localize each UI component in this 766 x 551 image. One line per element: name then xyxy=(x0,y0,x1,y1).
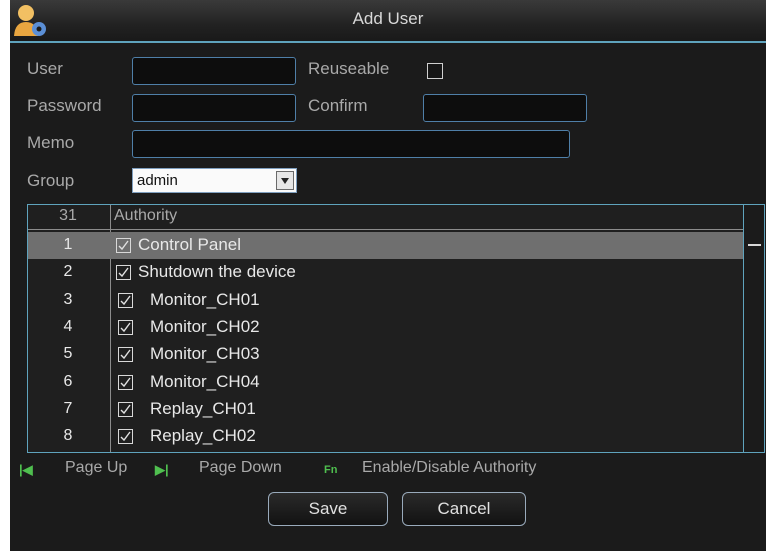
authority-row-number: 7 xyxy=(63,399,73,417)
authority-checkbox[interactable] xyxy=(118,347,133,363)
cancel-button[interactable]: Cancel xyxy=(402,492,526,526)
authority-row-number: 3 xyxy=(63,290,73,308)
authority-row[interactable]: 8 Replay_CH02 xyxy=(28,423,744,450)
authority-checkbox[interactable] xyxy=(118,401,133,417)
authority-checkbox[interactable] xyxy=(118,319,133,335)
authority-name: Replay_CH02 xyxy=(150,426,256,446)
save-button[interactable]: Save xyxy=(268,492,388,526)
authority-name: Shutdown the device xyxy=(138,262,296,282)
check-icon xyxy=(118,240,129,251)
reuseable-checkbox[interactable] xyxy=(427,63,443,79)
page-up-hint: Page Up xyxy=(65,459,128,476)
authority-row[interactable]: 4 Monitor_CH02 xyxy=(28,314,744,341)
authority-checkbox[interactable] xyxy=(118,429,133,445)
check-icon xyxy=(120,377,131,387)
page-down-hint: Page Down xyxy=(199,459,282,476)
page-up-icon: |◀ xyxy=(19,462,33,477)
check-icon xyxy=(120,295,131,305)
memo-input[interactable] xyxy=(132,130,570,158)
check-icon xyxy=(120,349,131,360)
user-label: User xyxy=(27,59,63,78)
memo-label: Memo xyxy=(27,133,75,152)
group-label: Group xyxy=(27,171,75,190)
check-icon xyxy=(120,431,131,442)
authority-count: 31 xyxy=(59,207,77,224)
reuseable-label: Reuseable xyxy=(308,59,390,78)
authority-name: Monitor_CH03 xyxy=(150,344,260,364)
authority-row-number: 4 xyxy=(63,317,73,335)
password-input[interactable] xyxy=(132,94,296,122)
confirm-password-input[interactable] xyxy=(423,94,587,122)
dialog-title: Add User xyxy=(352,9,424,28)
user-input[interactable] xyxy=(132,57,296,85)
scrollbar-thumb[interactable] xyxy=(748,244,761,246)
authority-name: Monitor_CH02 xyxy=(150,316,260,336)
authority-row-number: 2 xyxy=(63,263,73,281)
authority-checkbox[interactable] xyxy=(118,374,133,390)
authority-row[interactable]: 5 Monitor_CH03 xyxy=(28,341,744,368)
chevron-down-icon[interactable] xyxy=(276,171,294,190)
authority-row-number: 8 xyxy=(63,427,73,445)
authority-row[interactable]: 2 Shutdown the device xyxy=(28,259,744,286)
authority-checkbox[interactable] xyxy=(116,265,131,281)
enable-disable-hint: Enable/Disable Authority xyxy=(362,459,537,476)
authority-row-number: 1 xyxy=(63,236,73,253)
group-value: admin xyxy=(137,172,178,189)
scrollbar[interactable] xyxy=(743,205,764,452)
authority-list[interactable]: 31 Authority 1 Control Panel 2 Shutdown the… xyxy=(27,204,765,453)
authority-row-number: 6 xyxy=(63,372,73,390)
add-user-dialog: Add User User Reuseable Password Confirm… xyxy=(10,0,766,551)
check-icon xyxy=(118,267,129,278)
check-icon xyxy=(120,322,131,332)
check-icon xyxy=(120,404,131,414)
authority-row[interactable]: 6 Monitor_CH04 xyxy=(28,369,744,396)
authority-row[interactable]: 7 Replay_CH01 xyxy=(28,396,744,423)
authority-name: Replay_CH01 xyxy=(150,398,256,418)
title-bar: Add User xyxy=(10,0,766,43)
confirm-label: Confirm xyxy=(308,96,368,115)
authority-name: Control Panel xyxy=(138,235,242,254)
page-down-icon: ▶| xyxy=(155,462,169,477)
password-label: Password xyxy=(27,96,102,115)
authority-list-header: 31 Authority xyxy=(28,205,744,230)
authority-column-header: Authority xyxy=(114,207,178,224)
authority-checkbox[interactable] xyxy=(116,238,131,253)
authority-row-number: 5 xyxy=(63,345,73,363)
authority-name: Monitor_CH01 xyxy=(150,289,260,309)
authority-checkbox[interactable] xyxy=(118,292,133,308)
authority-row[interactable]: 3 Monitor_CH01 xyxy=(28,287,744,314)
group-select[interactable]: admin xyxy=(132,168,297,193)
authority-row[interactable]: 1 Control Panel xyxy=(28,232,744,259)
authority-name: Monitor_CH04 xyxy=(150,371,260,391)
fn-icon: Fn xyxy=(324,464,338,476)
